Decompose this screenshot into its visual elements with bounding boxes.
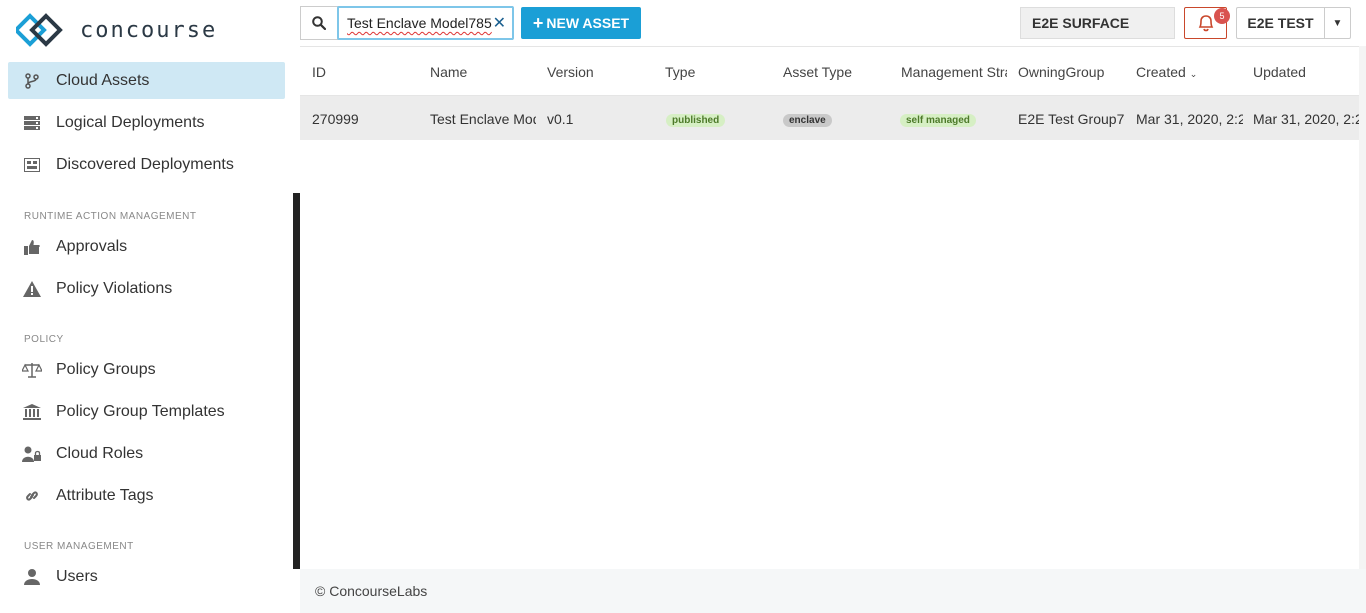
logo-text: concourse xyxy=(80,17,218,43)
management-badge: self managed xyxy=(900,114,976,127)
asset-type-badge: enclave xyxy=(783,114,832,127)
sidebar-item-policy-violations[interactable]: Policy Violations xyxy=(8,270,285,307)
cell-updated: Mar 31, 2020, 2:29 xyxy=(1253,111,1359,127)
caret-down-icon[interactable]: ▼ xyxy=(1325,18,1350,29)
user-lock-icon xyxy=(22,444,42,464)
search-box: Test Enclave Model785 ✕ xyxy=(300,6,514,40)
sidebar-item-users[interactable]: Users xyxy=(8,558,285,595)
user-menu[interactable]: E2E TEST ▼ xyxy=(1236,7,1351,39)
search-icon xyxy=(312,16,326,30)
new-asset-label: NEW ASSET xyxy=(546,15,630,31)
column-header-id[interactable]: ID xyxy=(312,64,412,80)
link-icon xyxy=(22,486,42,506)
sidebar-item-label: Attribute Tags xyxy=(56,486,154,504)
search-input-value: Test Enclave Model785 xyxy=(347,15,492,31)
surface-label: E2E SURFACE xyxy=(1032,15,1130,31)
column-header-created[interactable]: Created ⌄ xyxy=(1136,64,1241,80)
notification-count-badge: 5 xyxy=(1214,8,1230,24)
sidebar-item-label: Cloud Assets xyxy=(56,71,150,89)
sidebar-scrollbar[interactable] xyxy=(293,193,300,569)
sidebar-item-attribute-tags[interactable]: Attribute Tags xyxy=(8,477,285,514)
column-header-owning-group[interactable]: OwningGroup xyxy=(1018,64,1123,80)
new-asset-button[interactable]: + NEW ASSET xyxy=(521,7,641,39)
sidebar-item-policy-group-templates[interactable]: Policy Group Templates xyxy=(8,393,285,430)
discover-icon xyxy=(22,155,42,175)
sidebar-item-label: Users xyxy=(56,567,98,585)
column-header-version[interactable]: Version xyxy=(547,64,652,80)
column-header-asset-type[interactable]: Asset Type xyxy=(783,64,888,80)
sidebar-item-discovered-deployments[interactable]: Discovered Deployments xyxy=(8,146,285,183)
column-header-updated[interactable]: Updated xyxy=(1253,64,1358,80)
column-header-name[interactable]: Name xyxy=(430,64,535,80)
sidebar-item-cloud-assets[interactable]: Cloud Assets xyxy=(8,62,285,99)
footer: © ConcourseLabs xyxy=(300,569,1366,613)
sidebar-item-label: Approvals xyxy=(56,237,128,255)
balance-scale-icon xyxy=(22,360,42,380)
cell-owning-group: E2E Test Group705 xyxy=(1018,111,1125,127)
table-row[interactable]: 270999 Test Enclave Mode v0.1 published … xyxy=(300,96,1359,140)
column-header-management[interactable]: Management Strat xyxy=(901,64,1007,80)
sort-chevron-down-icon: ⌄ xyxy=(1189,69,1198,79)
surface-selector[interactable]: E2E SURFACE xyxy=(1020,7,1175,39)
concourse-logo-icon xyxy=(16,13,63,47)
concourse-logo[interactable]: concourse xyxy=(16,12,217,48)
sidebar-item-label: Policy Groups xyxy=(56,360,156,378)
branch-icon xyxy=(22,71,42,91)
sidebar-item-label: Discovered Deployments xyxy=(56,155,234,173)
section-label-user-management: USER MANAGEMENT xyxy=(24,541,134,552)
section-label-policy: POLICY xyxy=(24,334,64,345)
thumbs-up-icon xyxy=(22,237,42,257)
cell-version: v0.1 xyxy=(547,111,574,127)
warning-icon xyxy=(22,279,42,299)
sidebar: concourse Cloud Assets Logical Deploymen… xyxy=(0,0,293,613)
sidebar-item-label: Policy Group Templates xyxy=(56,402,225,420)
section-label-runtime: RUNTIME ACTION MANAGEMENT xyxy=(24,211,197,222)
user-label[interactable]: E2E TEST xyxy=(1237,8,1325,38)
search-button[interactable] xyxy=(301,7,337,39)
column-header-created-label: Created xyxy=(1136,64,1186,80)
bell-icon xyxy=(1198,15,1213,32)
sidebar-item-policy-groups[interactable]: Policy Groups xyxy=(8,351,285,388)
search-input[interactable]: Test Enclave Model785 xyxy=(337,6,514,40)
sidebar-item-label: Policy Violations xyxy=(56,279,173,297)
column-header-type[interactable]: Type xyxy=(665,64,770,80)
assets-table: ID Name Version Type Asset Type Manageme… xyxy=(300,46,1366,569)
plus-icon: + xyxy=(532,12,544,33)
sidebar-item-label: Logical Deployments xyxy=(56,113,205,131)
cell-name[interactable]: Test Enclave Mode xyxy=(430,111,536,127)
sidebar-item-label: Cloud Roles xyxy=(56,444,144,462)
cell-created: Mar 31, 2020, 2:29 xyxy=(1136,111,1243,127)
clear-search-icon[interactable]: ✕ xyxy=(493,13,506,33)
server-stack-icon xyxy=(22,113,42,133)
cell-id: 270999 xyxy=(312,111,359,127)
sidebar-item-approvals[interactable]: Approvals xyxy=(8,228,285,265)
table-header: ID Name Version Type Asset Type Manageme… xyxy=(300,46,1359,96)
type-badge: published xyxy=(666,114,726,127)
user-icon xyxy=(22,567,42,587)
sidebar-item-logical-deployments[interactable]: Logical Deployments xyxy=(8,104,285,141)
table-scrollbar[interactable] xyxy=(1359,46,1366,569)
bank-icon xyxy=(22,402,42,422)
footer-copyright: © ConcourseLabs xyxy=(315,583,428,599)
sidebar-item-cloud-roles[interactable]: Cloud Roles xyxy=(8,435,285,472)
